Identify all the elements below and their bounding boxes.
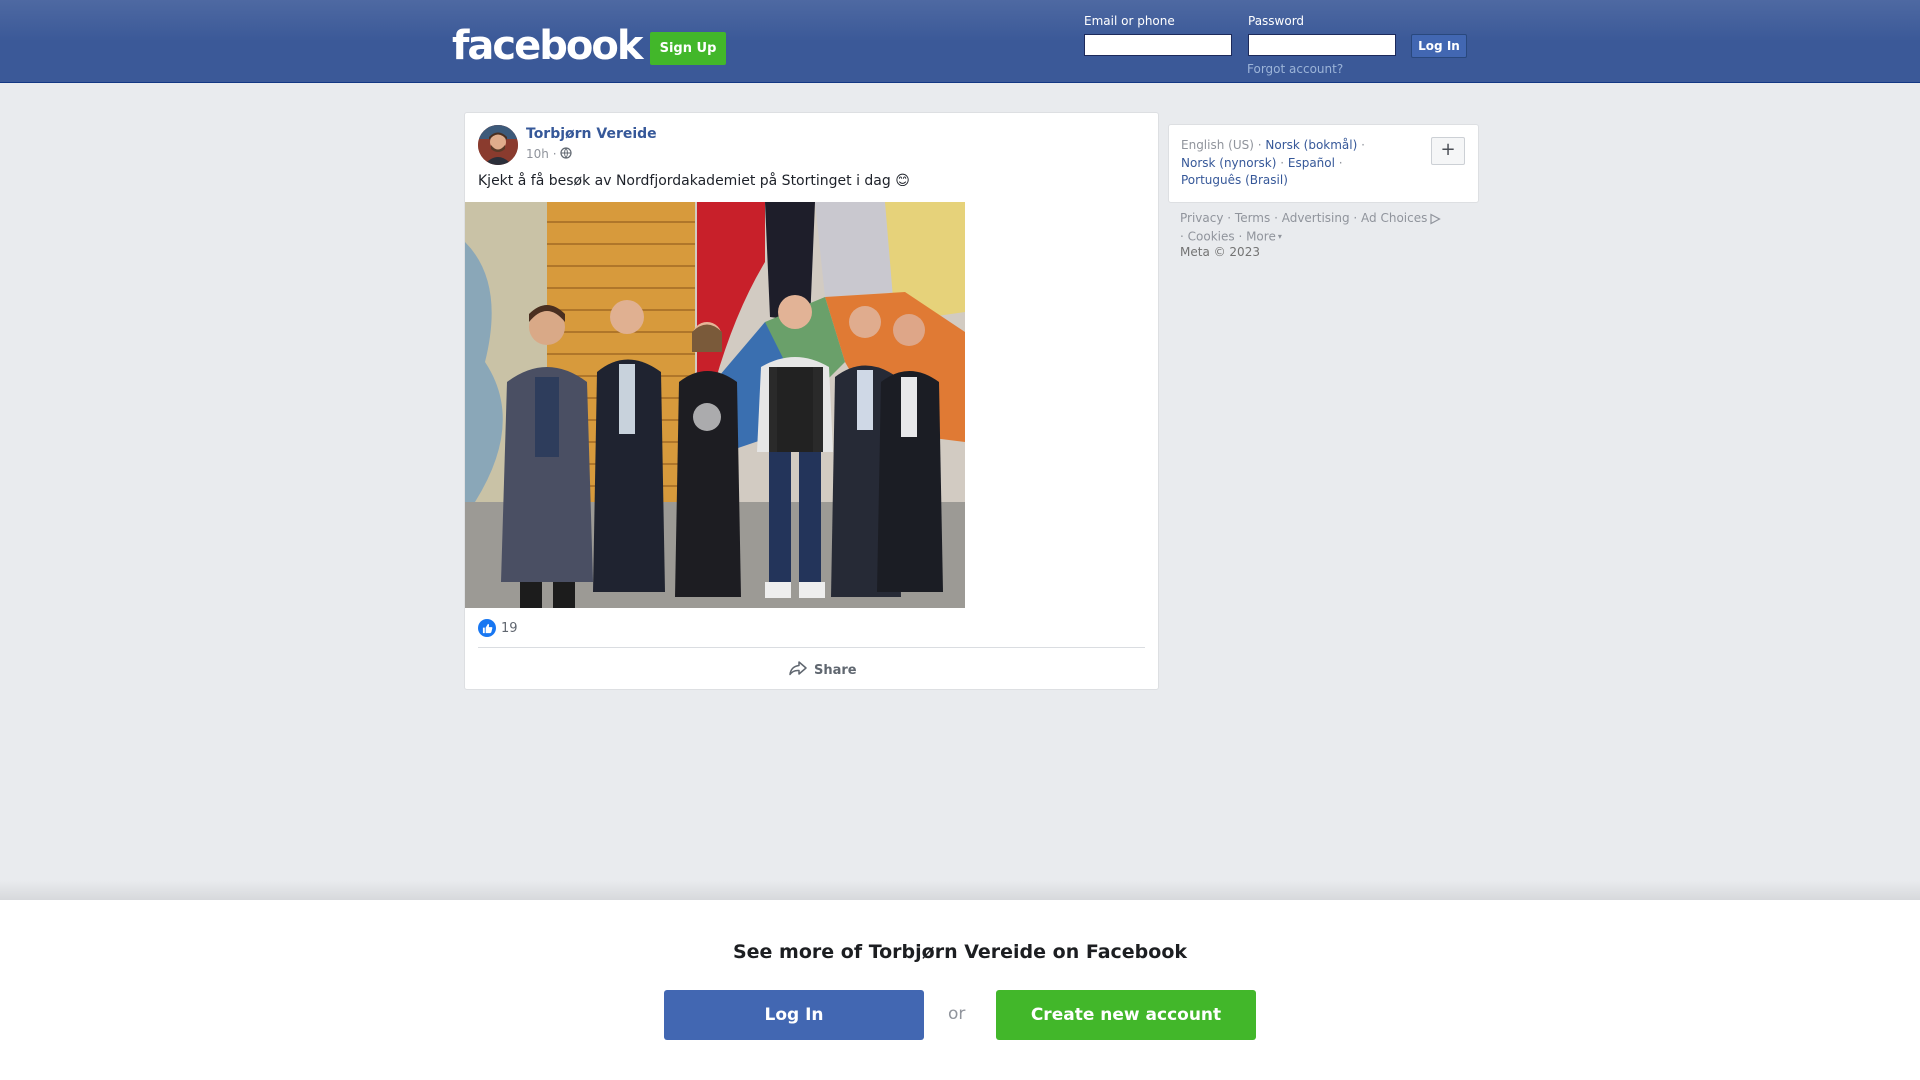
reaction-count: 19 [501, 620, 518, 636]
footer-links: Privacy · Terms · Advertising · Ad Choic… [1180, 210, 1480, 245]
bottom-bar-shadow [0, 880, 1920, 900]
ad-choices-icon [1427, 211, 1442, 225]
post-card: Torbjørn Vereide 10h · Kjekt å få besøk … [464, 112, 1159, 690]
language-link-norsk-bokmal[interactable]: Norsk (bokmål) [1265, 138, 1357, 152]
author-avatar[interactable] [478, 125, 518, 165]
footer-link-more[interactable]: More [1246, 229, 1276, 243]
action-divider [478, 647, 1145, 648]
forgot-account-link[interactable]: Forgot account? [1247, 62, 1343, 76]
login-button[interactable]: Log In [1411, 34, 1467, 58]
footer-link-privacy[interactable]: Privacy [1180, 211, 1223, 225]
share-icon [788, 660, 808, 680]
email-field[interactable] [1084, 34, 1232, 56]
or-separator: or [948, 1004, 966, 1024]
more-dropdown-icon: ▾ [1277, 231, 1282, 241]
email-label: Email or phone [1084, 14, 1175, 28]
language-link-norsk-nynorsk[interactable]: Norsk (nynorsk) [1181, 156, 1276, 170]
post-text: Kjekt å få besøk av Nordfjordakademiet p… [478, 173, 910, 189]
share-label: Share [814, 662, 857, 678]
password-field[interactable] [1248, 34, 1396, 56]
share-button[interactable]: Share [788, 658, 857, 682]
language-link-espanol[interactable]: Español [1288, 156, 1335, 170]
author-name-link[interactable]: Torbjørn Vereide [526, 126, 657, 142]
footer-link-cookies[interactable]: Cookies [1188, 229, 1235, 243]
footer-link-ad-choices[interactable]: Ad Choices [1361, 211, 1427, 225]
footer-link-terms[interactable]: Terms [1235, 211, 1270, 225]
create-account-button[interactable]: Create new account [996, 990, 1256, 1040]
bottom-login-button[interactable]: Log In [664, 990, 924, 1040]
facebook-logo[interactable]: facebook [452, 22, 643, 70]
footer-link-advertising[interactable]: Advertising [1282, 211, 1350, 225]
top-navigation-bar: facebook Sign Up Email or phone Password… [0, 0, 1920, 83]
globe-icon [559, 147, 572, 162]
like-icon [478, 619, 496, 637]
sign-up-button[interactable]: Sign Up [650, 32, 726, 65]
post-meta: 10h · [526, 147, 572, 162]
language-selector-box: English (US) · Norsk (bokmål) · Norsk (n… [1168, 124, 1479, 203]
post-photo[interactable] [465, 202, 965, 608]
see-more-title: See more of Torbjørn Vereide on Facebook [732, 941, 1188, 963]
login-prompt-bar: See more of Torbjørn Vereide on Facebook… [0, 900, 1920, 1080]
post-timestamp[interactable]: 10h · [526, 147, 557, 161]
language-list: English (US) · Norsk (bokmål) · Norsk (n… [1181, 138, 1365, 187]
reaction-summary[interactable]: 19 [478, 618, 518, 638]
more-languages-button[interactable]: + [1431, 137, 1465, 165]
password-label: Password [1248, 14, 1305, 28]
current-language: English (US) [1181, 138, 1254, 152]
language-link-portugues-brasil[interactable]: Português (Brasil) [1181, 173, 1288, 187]
copyright-text: Meta © 2023 [1180, 245, 1260, 259]
